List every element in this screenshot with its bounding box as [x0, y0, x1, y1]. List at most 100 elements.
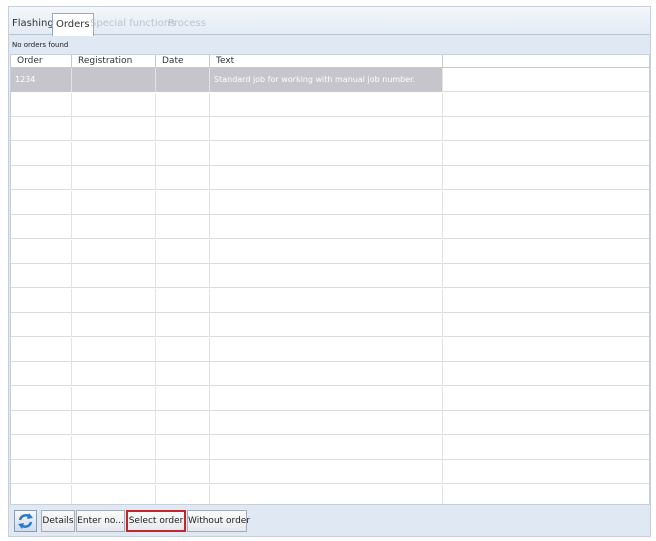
cell-date	[156, 215, 210, 239]
cell-order	[11, 92, 72, 117]
cell-order	[11, 166, 72, 190]
table-row[interactable]	[11, 190, 649, 215]
cell-empty	[443, 264, 649, 288]
without-order-button[interactable]: Without order	[187, 510, 250, 532]
cell-empty	[443, 215, 649, 239]
cell-date	[156, 313, 210, 337]
cell-text	[210, 337, 443, 362]
column-header-date[interactable]: Date	[156, 55, 210, 67]
table-row[interactable]	[11, 484, 649, 505]
cell-text	[210, 264, 443, 288]
enter-number-button[interactable]: Enter no...	[76, 510, 125, 532]
cell-registration	[72, 411, 156, 435]
cell-text	[210, 288, 443, 313]
cell-text	[210, 215, 443, 239]
select-order-button[interactable]: Select order	[126, 510, 186, 532]
orders-table[interactable]: Order Registration Date Text 1234 Standar…	[10, 54, 650, 505]
status-text: No orders found	[12, 41, 69, 49]
table-row[interactable]	[11, 435, 649, 460]
tab-flashing[interactable]: Flashing	[9, 13, 57, 35]
table-row[interactable]	[11, 239, 649, 264]
cell-order	[11, 411, 72, 435]
column-header-order[interactable]: Order	[11, 55, 72, 67]
cell-empty	[443, 387, 649, 411]
cell-registration	[72, 141, 156, 166]
cell-order	[11, 460, 72, 484]
table-row[interactable]	[11, 264, 649, 288]
cell-empty	[443, 362, 649, 386]
cell-order	[11, 362, 72, 386]
cell-text	[210, 190, 443, 215]
cell-text	[210, 141, 443, 166]
cell-date	[156, 166, 210, 190]
cell-date	[156, 288, 210, 313]
cell-text	[210, 362, 443, 386]
cell-text	[210, 313, 443, 337]
tab-bar: Flashing Orders Special functions Proces…	[9, 7, 650, 36]
cell-date	[156, 411, 210, 435]
table-row[interactable]	[11, 386, 649, 411]
cell-text	[210, 386, 443, 411]
cell-empty	[443, 485, 649, 505]
table-row[interactable]	[11, 117, 649, 141]
cell-date	[156, 117, 210, 141]
cell-registration	[72, 484, 156, 504]
table-row[interactable]	[11, 362, 649, 386]
cell-order	[11, 435, 72, 460]
refresh-button[interactable]	[14, 510, 37, 532]
cell-order	[11, 264, 72, 288]
cell-empty	[443, 411, 649, 435]
column-header-text[interactable]: Text	[210, 55, 443, 67]
table-row[interactable]	[11, 215, 649, 239]
details-button[interactable]: Details	[41, 510, 75, 532]
cell-registration	[72, 288, 156, 313]
cell-registration	[72, 92, 156, 117]
cell-text	[210, 239, 443, 264]
cell-order	[11, 239, 72, 264]
cell-order: 1234	[11, 68, 72, 92]
table-row[interactable]	[11, 460, 649, 484]
cell-text	[210, 166, 443, 190]
cell-date	[156, 141, 210, 166]
cell-text	[210, 484, 443, 504]
cell-order	[11, 386, 72, 411]
table-row[interactable]	[11, 411, 649, 435]
cell-date	[156, 92, 210, 117]
cell-text	[210, 460, 443, 484]
cell-empty	[443, 240, 649, 264]
cell-registration	[72, 68, 156, 92]
cell-text	[210, 435, 443, 460]
table-row[interactable]	[11, 166, 649, 190]
cell-date	[156, 68, 210, 92]
cell-registration	[72, 264, 156, 288]
cell-date	[156, 337, 210, 362]
cell-empty	[443, 436, 649, 460]
cell-registration	[72, 386, 156, 411]
cell-registration	[72, 313, 156, 337]
cell-registration	[72, 337, 156, 362]
table-row[interactable]	[11, 92, 649, 117]
cell-date	[156, 435, 210, 460]
table-row[interactable]	[11, 141, 649, 166]
cell-date	[156, 190, 210, 215]
table-row[interactable]	[11, 313, 649, 337]
column-header-registration[interactable]: Registration	[72, 55, 156, 67]
cell-empty	[443, 93, 649, 117]
cell-empty	[443, 289, 649, 313]
table-row[interactable]: 1234 Standard job for working with manual…	[11, 68, 649, 92]
cell-text: Standard job for working with manual job…	[210, 68, 443, 92]
cell-registration	[72, 435, 156, 460]
cell-order	[11, 337, 72, 362]
cell-empty	[443, 338, 649, 362]
table-row[interactable]	[11, 337, 649, 362]
cell-empty	[443, 191, 649, 215]
cell-registration	[72, 239, 156, 264]
cell-empty	[443, 117, 649, 141]
cell-empty	[443, 313, 649, 337]
cell-date	[156, 362, 210, 386]
cell-order	[11, 117, 72, 141]
cell-order	[11, 288, 72, 313]
cell-text	[210, 411, 443, 435]
cell-date	[156, 239, 210, 264]
table-row[interactable]	[11, 288, 649, 313]
